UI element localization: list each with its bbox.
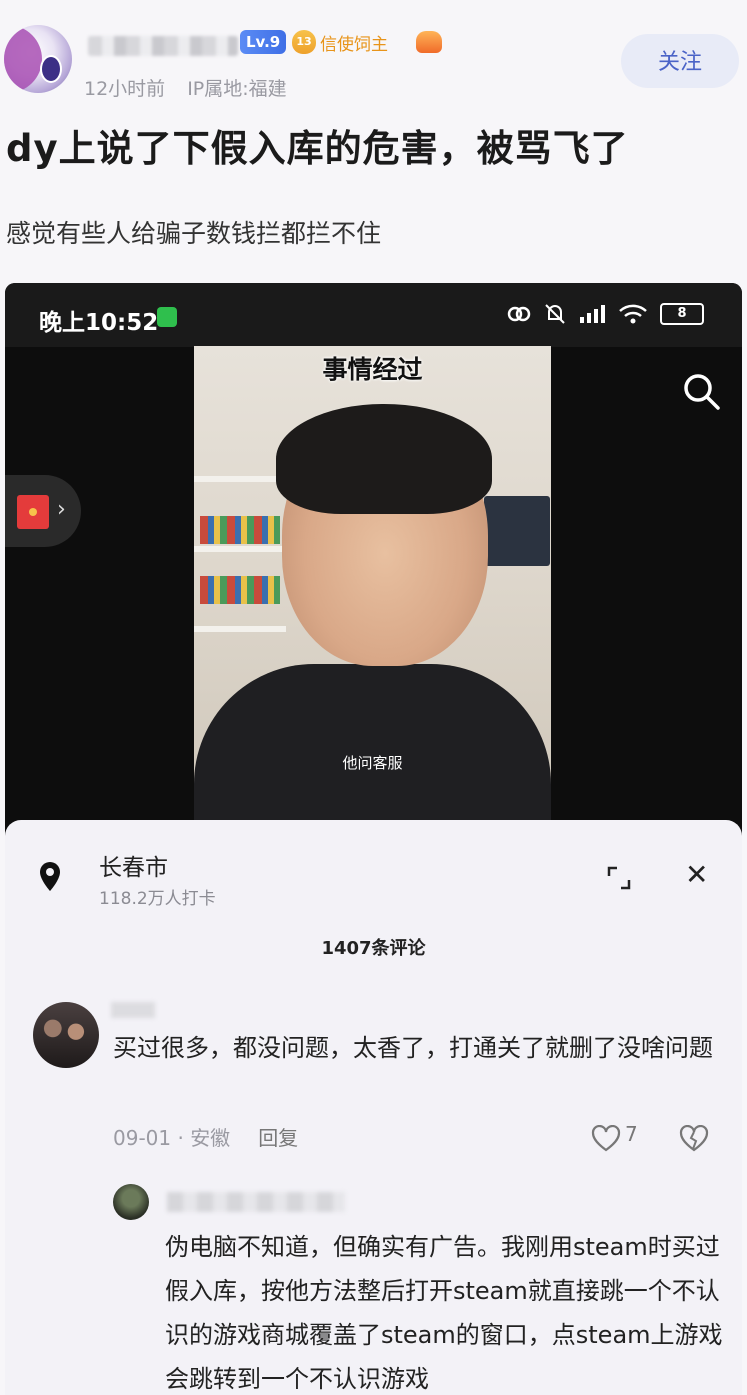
- dislike-broken-heart-icon[interactable]: [679, 1125, 709, 1153]
- chevron-right-icon: ›: [57, 497, 66, 522]
- status-icons: 8: [506, 303, 704, 325]
- location-pin-icon: [40, 862, 60, 891]
- ip-location: IP属地:福建: [187, 78, 287, 100]
- like-count: 7: [625, 1122, 638, 1146]
- reply-button[interactable]: 回复: [258, 1126, 298, 1150]
- post-time: 12小时前: [84, 78, 166, 100]
- crown-icon: [416, 31, 442, 53]
- heart-icon[interactable]: [591, 1125, 621, 1153]
- video-subtitle: 他问客服: [342, 754, 403, 772]
- phone-status-bar: 晚上10:52 8: [5, 283, 742, 347]
- commenter-name-blurred[interactable]: [111, 1002, 155, 1018]
- post-body: 感觉有些人给骗子数钱拦都拦不住: [6, 219, 382, 248]
- comment-meta: 09-01 · 安徽 回复: [113, 1122, 298, 1151]
- fan-level-icon: 13: [292, 30, 316, 54]
- fan-badge-label: 信使饲主: [320, 34, 388, 55]
- red-packet-icon: [17, 495, 49, 529]
- red-packet-tab[interactable]: ›: [5, 475, 81, 547]
- status-time: 晚上10:52: [39, 310, 159, 336]
- expand-icon[interactable]: [605, 864, 633, 892]
- post-title: dy上说了下假入库的危害，被骂飞了: [6, 127, 629, 170]
- embedded-screenshot[interactable]: 晚上10:52 8 事情经过 他问客服 › 长春市 118.2万人打卡 ✕ 14…: [5, 283, 742, 1395]
- user-avatar[interactable]: [4, 25, 72, 93]
- post-meta: 12小时前 IP属地:福建: [84, 74, 287, 101]
- level-badge: Lv.9: [240, 30, 287, 54]
- wifi-icon: [619, 304, 647, 324]
- signal-icon: [580, 305, 605, 323]
- comment-text: 买过很多，都没问题，太香了，打通关了就删了没啥问题: [113, 1034, 713, 1062]
- username-blurred[interactable]: [88, 36, 238, 56]
- video-title: 事情经过: [322, 355, 423, 384]
- follow-button[interactable]: 关注: [621, 34, 739, 88]
- commenter-avatar[interactable]: [33, 1002, 99, 1068]
- replier-name-blurred[interactable]: [167, 1192, 345, 1212]
- fan-badge[interactable]: 13 信使饲主: [292, 29, 388, 55]
- battery-icon: 8: [660, 303, 704, 325]
- comments-sheet: 长春市 118.2万人打卡 ✕ 1407条评论 买过很多，都没问题，太香了，打通…: [5, 820, 742, 1395]
- comment-count: 1407条评论: [321, 938, 426, 959]
- replier-avatar[interactable]: [113, 1184, 149, 1220]
- location-name[interactable]: 长春市: [99, 848, 168, 882]
- video-frame[interactable]: 事情经过 他问客服: [194, 346, 551, 824]
- search-icon[interactable]: [681, 371, 721, 411]
- reply-text: 伪电脑不知道，但确实有广告。我刚用steam时买过假入库，按他方法整后打开ste…: [165, 1233, 723, 1393]
- link-icon: [507, 306, 531, 322]
- location-checkins: 118.2万人打卡: [99, 889, 216, 909]
- bell-muted-icon: [545, 304, 565, 324]
- wechat-notification-icon: [157, 307, 177, 327]
- comment-date-place: 09-01 · 安徽: [113, 1126, 231, 1150]
- close-icon[interactable]: ✕: [685, 860, 708, 890]
